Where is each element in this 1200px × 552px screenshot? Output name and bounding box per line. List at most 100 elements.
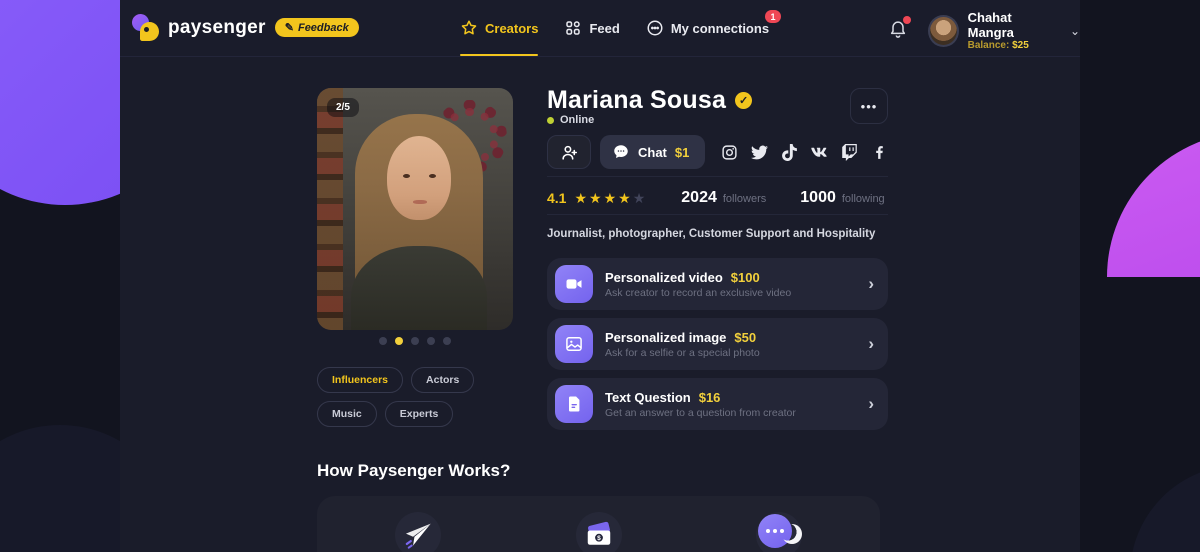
how-it-works-card: $ [317, 496, 880, 552]
star-icon [461, 20, 477, 35]
tag-influencers[interactable]: Influencers [317, 367, 404, 393]
decor-bottom-right-circle [1130, 465, 1200, 552]
video-camera-icon [555, 265, 593, 303]
following-count: 1000 [800, 189, 836, 206]
stats-row: 4.1 ★ ★ ★ ★ ★ 2024 followers 1000 follow… [547, 189, 888, 207]
tab-creators-label: Creators [485, 20, 539, 36]
photo-bookshelf [317, 88, 343, 330]
divider [547, 214, 888, 215]
carousel-dot[interactable] [443, 337, 451, 345]
chat-price: $1 [674, 144, 690, 160]
logo-text: paysenger [168, 16, 266, 38]
tab-my-connections[interactable]: My connections 1 [646, 0, 782, 56]
star-empty-icon: ★ [632, 189, 646, 206]
chat-bubble-icon [614, 145, 628, 158]
online-status: Online [547, 114, 594, 126]
social-links [721, 143, 888, 161]
main-nav: Creators Feed My connections 1 [460, 0, 782, 56]
grid-icon [566, 21, 581, 35]
service-description: Ask creator to record an exclusive video [605, 286, 792, 299]
carousel-dot[interactable] [427, 337, 435, 345]
service-description: Get an answer to a question from creator [605, 406, 796, 419]
service-personalized-image[interactable]: Personalized image $50 Ask for a selfie … [547, 318, 888, 370]
carousel-dot[interactable] [379, 337, 387, 345]
service-price: $50 [734, 329, 757, 345]
followers-count: 2024 [681, 189, 717, 206]
tab-feed[interactable]: Feed [564, 0, 620, 56]
tag-music[interactable]: Music [317, 401, 377, 427]
page: paysenger ✎ Feedback Creators Feed My co… [0, 0, 1200, 552]
star-filled-icon: ★ [589, 189, 602, 206]
more-options-button[interactable]: ••• [850, 88, 888, 124]
service-title: Text Question [605, 389, 691, 405]
name-row: Mariana Sousa ✓ [547, 86, 753, 115]
service-text-question[interactable]: Text Question $16 Get an answer to a que… [547, 378, 888, 430]
twitch-icon[interactable] [841, 143, 858, 161]
following-label: following [841, 193, 885, 205]
service-description: Ask for a selfie or a special photo [605, 346, 760, 359]
photo-carousel-dots [317, 337, 513, 345]
svg-text:$: $ [597, 535, 601, 542]
notifications-button[interactable] [888, 16, 911, 40]
instagram-icon[interactable] [721, 144, 738, 161]
paper-plane-icon [395, 512, 441, 552]
tab-creators[interactable]: Creators [460, 0, 539, 56]
photo-counter-badge: 2/5 [327, 98, 359, 117]
category-tags: Influencers Actors Music Experts [317, 367, 517, 427]
twitter-icon[interactable] [751, 144, 768, 161]
account-menu[interactable]: Chahat Mangra Balance: $25 ⌄ [928, 10, 1080, 51]
avatar [928, 14, 959, 47]
tag-experts[interactable]: Experts [384, 401, 454, 427]
star-filled-icon: ★ [618, 189, 631, 206]
profile-bio: Journalist, photographer, Customer Suppo… [547, 228, 876, 240]
vk-icon[interactable] [811, 144, 828, 161]
feedback-button[interactable]: ✎ Feedback [274, 18, 359, 37]
how-it-works-title: How Paysenger Works? [317, 461, 511, 480]
service-title: Personalized video [605, 269, 723, 285]
feedback-label: Feedback [297, 21, 349, 34]
pen-icon: ✎ [284, 22, 294, 34]
tag-actors[interactable]: Actors [411, 367, 475, 393]
profile-photo[interactable]: 2/5 [317, 88, 513, 330]
chevron-right-icon: › [868, 334, 874, 353]
logo[interactable]: paysenger ✎ Feedback [130, 12, 359, 41]
following-stat[interactable]: 1000 following [800, 189, 884, 207]
chevron-down-icon: ⌄ [1069, 23, 1080, 38]
followers-label: followers [722, 193, 767, 205]
star-filled-icon: ★ [574, 189, 588, 206]
header: paysenger ✎ Feedback Creators Feed My co… [120, 0, 1080, 57]
online-dot [547, 116, 554, 124]
decor-magenta-half-circle [1107, 132, 1200, 277]
image-icon [555, 325, 593, 363]
document-icon [555, 385, 593, 423]
service-price: $100 [730, 269, 760, 285]
verified-badge-icon: ✓ [735, 92, 753, 109]
star-filled-icon: ★ [603, 189, 617, 206]
add-person-icon [561, 145, 577, 160]
app-window: paysenger ✎ Feedback Creators Feed My co… [120, 0, 1080, 552]
tiktok-icon[interactable] [781, 143, 798, 161]
chat-bubble-moon-icon [756, 512, 802, 552]
online-label: Online [560, 114, 595, 126]
chevron-right-icon: › [868, 274, 874, 293]
followers-stat[interactable]: 2024 followers [681, 189, 766, 207]
money-icon: $ [575, 512, 622, 552]
divider [547, 176, 888, 177]
tab-feed-label: Feed [589, 20, 620, 36]
carousel-dot[interactable] [411, 337, 419, 345]
service-price: $16 [698, 389, 721, 405]
service-personalized-video[interactable]: Personalized video $100 Ask creator to r… [547, 258, 888, 310]
rating-score: 4.1 [547, 190, 567, 206]
follow-button[interactable] [547, 135, 591, 169]
facebook-icon[interactable] [871, 144, 888, 161]
carousel-dot-active[interactable] [395, 337, 403, 345]
chevron-right-icon: › [868, 394, 874, 413]
actions-row: Chat $1 [547, 135, 888, 169]
account-name: Chahat Mangra [967, 10, 1014, 40]
tab-my-connections-label: My connections [670, 20, 770, 36]
chat-button[interactable]: Chat $1 [600, 135, 706, 169]
paysenger-bird-icon [130, 12, 159, 41]
profile-name: Mariana Sousa [547, 86, 727, 114]
account-balance: Balance: $25 [967, 40, 1029, 51]
connections-badge: 1 [765, 10, 782, 23]
